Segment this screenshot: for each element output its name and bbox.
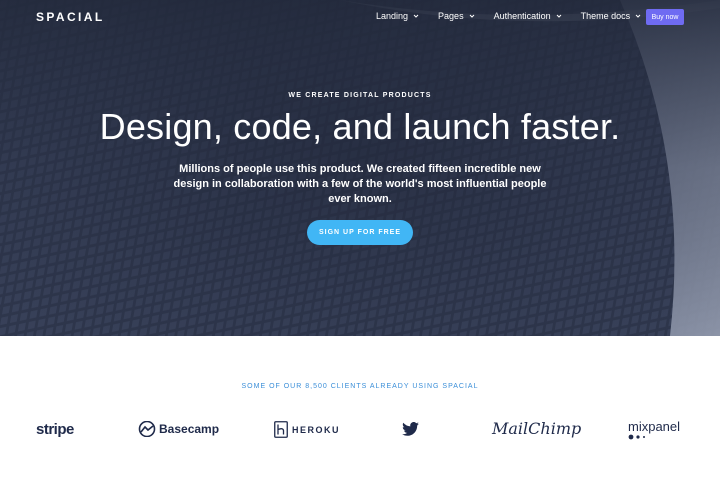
hero-section: SPACIAL Landing Pages Authentication The…: [0, 0, 720, 336]
nav-item-label: Pages: [438, 11, 464, 21]
mixpanel-logo-text: mixpanel: [628, 419, 681, 434]
stripe-logo: stripe: [36, 421, 74, 438]
heroku-logo-text: HEROKU: [292, 424, 341, 435]
nav-item-authentication[interactable]: Authentication: [494, 11, 562, 21]
buy-now-button[interactable]: Buy now: [646, 9, 684, 25]
hero-headline: Design, code, and launch faster.: [99, 106, 621, 147]
nav-item-label: Theme docs: [580, 11, 631, 21]
mixpanel-logo: mixpanel: [628, 420, 680, 440]
nav-item-pages[interactable]: Pages: [438, 11, 475, 21]
twitter-logo: [402, 422, 419, 436]
hero-eyebrow: WE CREATE DIGITAL PRODUCTS: [288, 92, 432, 99]
heroku-logo: HEROKU: [274, 421, 340, 438]
heroku-mark-icon: [274, 421, 288, 438]
sign-up-button[interactable]: SIGN UP FOR FREE: [307, 220, 413, 245]
mailchimp-logo: MailChimp: [492, 419, 581, 438]
basecamp-logo: Basecamp: [138, 421, 219, 437]
nav-item-label: Landing: [376, 11, 409, 21]
top-navbar: SPACIAL Landing Pages Authentication The…: [0, 0, 720, 34]
nav-item-landing[interactable]: Landing: [376, 11, 419, 21]
stripe-logo-text: stripe: [36, 421, 74, 438]
chevron-down-icon: [413, 14, 419, 18]
chevron-down-icon: [469, 14, 474, 18]
clients-title: SOME OF OUR 8,500 CLIENTS ALREADY USING …: [241, 383, 479, 390]
nav-item-label: Authentication: [493, 11, 551, 21]
brand-logo[interactable]: SPACIAL: [36, 10, 105, 24]
chevron-down-icon: [556, 14, 561, 18]
hero-subtext: Millions of people use this product. We …: [173, 163, 547, 205]
chevron-down-icon: [635, 14, 641, 18]
basecamp-mark-icon: [138, 421, 156, 437]
basecamp-logo-text: Basecamp: [159, 422, 220, 436]
mailchimp-logo-text: MailChimp: [492, 419, 582, 438]
nav-item-theme-docs[interactable]: Theme docs: [581, 11, 642, 21]
twitter-bird-icon: [402, 422, 419, 436]
mixpanel-dots-icon: [628, 434, 645, 440]
nav-links: Landing Pages Authentication Theme docs: [376, 11, 660, 21]
